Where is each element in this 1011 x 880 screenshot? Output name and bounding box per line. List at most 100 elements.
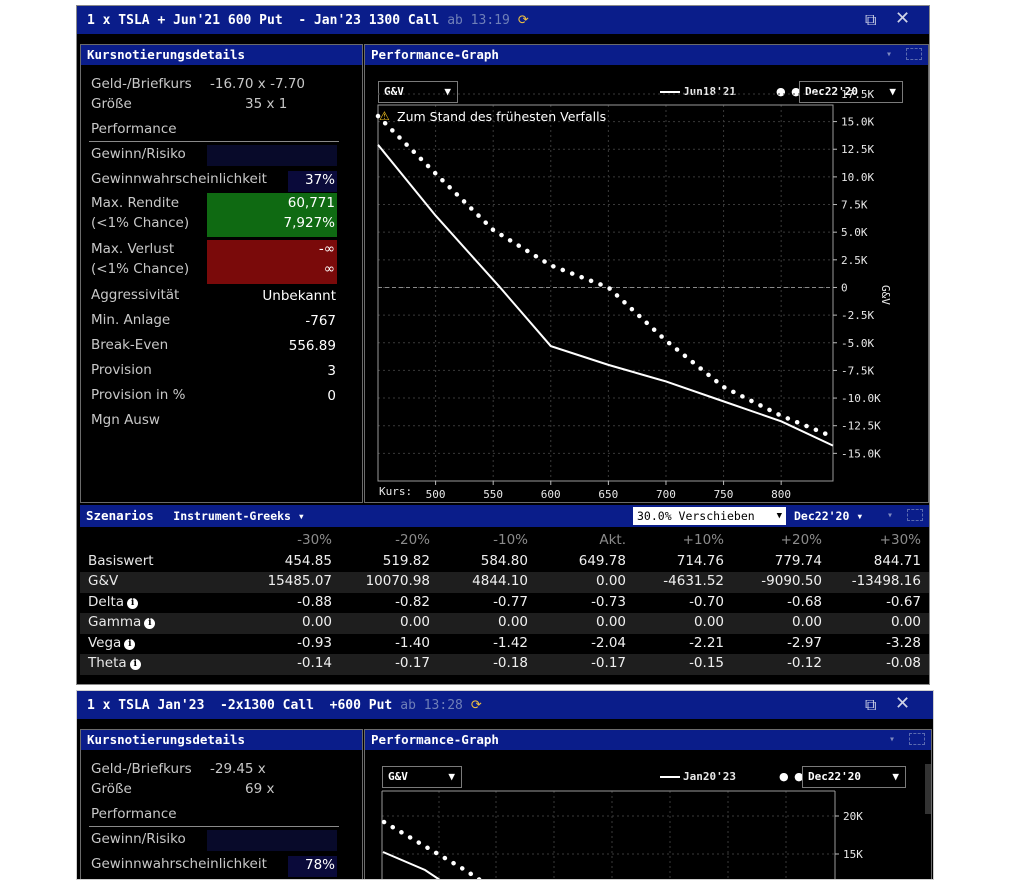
table-cell: 10070.98 bbox=[365, 573, 430, 589]
detach-icon[interactable]: ⧉ bbox=[865, 695, 876, 715]
performance-graph-panel: Performance-Graph ▾ G&V ▼ Jun18'21 ● ● De… bbox=[364, 44, 929, 503]
panel-header: Kursnotierungsdetails bbox=[81, 45, 362, 65]
table-cell: -4631.52 bbox=[663, 573, 724, 589]
table-cell: -0.67 bbox=[886, 593, 921, 610]
series-jun18-21 bbox=[377, 144, 834, 447]
table-cell: -0.68 bbox=[787, 593, 822, 610]
table-cell: 454.85 bbox=[284, 552, 332, 569]
y-tick-label: 7.5K bbox=[841, 199, 868, 212]
x-tick-label: 600 bbox=[541, 488, 561, 501]
y-tick-label: -7.5K bbox=[841, 364, 874, 377]
size-value: 35 x 1 bbox=[245, 96, 288, 112]
bid-ask-value: -16.70 x -7.70 bbox=[210, 76, 306, 92]
greeks-select[interactable]: Instrument-Greeks ▾ bbox=[173, 509, 305, 523]
max-loss-value-2: ∞ bbox=[323, 261, 335, 277]
size-label: Größe bbox=[91, 781, 132, 797]
row-label: G&V bbox=[88, 573, 119, 589]
gain-risk-bar bbox=[207, 830, 337, 851]
y-tick-label: 10.0K bbox=[841, 171, 874, 184]
probability-label: Gewinnwahrscheinlichkeit bbox=[91, 171, 267, 187]
table-cell: -0.14 bbox=[297, 655, 332, 671]
probability-label: Gewinnwahrscheinlichkeit bbox=[91, 856, 267, 872]
table-cell: -1.42 bbox=[493, 634, 528, 651]
window-title-bar[interactable]: 1 x TSLA + Jun'21 600 Put - Jan'23 1300 … bbox=[77, 6, 929, 34]
refresh-icon[interactable]: ⟳ bbox=[471, 698, 482, 713]
table-cell: -13498.16 bbox=[851, 573, 921, 589]
y-tick-label: -12.5K bbox=[841, 420, 881, 433]
table-cell: 0.00 bbox=[595, 614, 626, 630]
y-tick-label: 12.5K bbox=[841, 143, 874, 156]
x-tick-label: 500 bbox=[426, 488, 446, 501]
x-tick-label: 750 bbox=[714, 488, 734, 501]
row-label: Delta i bbox=[88, 594, 139, 610]
y-tick-label: -10.0K bbox=[841, 392, 881, 405]
column-header: +10% bbox=[682, 532, 724, 548]
max-loss-sub: (<1% Chance) bbox=[91, 261, 190, 277]
divider bbox=[89, 826, 339, 827]
y-tick-label: 2.5K bbox=[841, 254, 868, 267]
y-tick-label: 15K bbox=[843, 848, 863, 861]
window-title: 1 x TSLA + Jun'21 600 Put - Jan'23 1300 … bbox=[87, 12, 440, 28]
table-cell: 0.00 bbox=[693, 614, 724, 630]
panel-menu-icon[interactable]: ▾ bbox=[887, 505, 893, 527]
scenario-date-select[interactable]: Dec22'20 ▾ bbox=[794, 505, 863, 527]
close-icon[interactable]: ✕ bbox=[895, 693, 910, 714]
table-cell: 4844.10 bbox=[472, 573, 528, 589]
info-icon[interactable]: i bbox=[129, 659, 141, 670]
table-cell: 584.80 bbox=[480, 552, 528, 569]
break-even-label: Break-Even bbox=[91, 337, 169, 353]
max-loss-label: Max. Verlust bbox=[91, 241, 175, 257]
shift-select[interactable]: 30.0% Verschieben ▼ bbox=[633, 507, 786, 525]
gain-risk-bar bbox=[207, 145, 337, 166]
y-tick-label: 20K bbox=[843, 810, 863, 823]
close-icon[interactable]: ✕ bbox=[895, 8, 910, 29]
table-cell: -9090.50 bbox=[761, 573, 822, 589]
column-header: +30% bbox=[879, 532, 921, 548]
commission-value: 3 bbox=[327, 363, 336, 379]
timestamp: ab 13:28 bbox=[400, 697, 463, 713]
performance-label: Performance bbox=[91, 121, 177, 137]
refresh-icon[interactable]: ⟳ bbox=[518, 13, 529, 28]
table-cell: 0.00 bbox=[497, 614, 528, 630]
table-cell: 0.00 bbox=[890, 614, 921, 630]
scenarios-panel: Szenarios Instrument-Greeks ▾ 30.0% Vers… bbox=[80, 505, 929, 682]
min-investment-label: Min. Anlage bbox=[91, 312, 171, 328]
info-icon[interactable]: i bbox=[127, 597, 139, 609]
panel-expand-icon[interactable] bbox=[907, 509, 923, 521]
bid-ask-label: Geld-/Briefkurs bbox=[91, 761, 192, 777]
y-tick-label: 0 bbox=[841, 281, 848, 294]
window-title-bar[interactable]: 1 x TSLA Jan'23 -2x1300 Call +600 Put ab… bbox=[77, 691, 933, 719]
performance-graph-panel: Performance-Graph ▾ G&V ▼ Jan20'23 ● ● De… bbox=[364, 729, 932, 879]
size-label: Größe bbox=[91, 96, 132, 112]
table-cell: -0.12 bbox=[787, 655, 822, 671]
timestamp: ab 13:19 bbox=[447, 12, 510, 28]
detach-icon[interactable]: ⧉ bbox=[865, 10, 876, 30]
table-cell: 779.74 bbox=[774, 552, 822, 569]
table-cell: -0.82 bbox=[395, 593, 430, 610]
bid-ask-value: -29.45 x bbox=[210, 761, 266, 777]
warning-text: Zum Stand des frühesten Verfalls bbox=[397, 109, 607, 124]
table-cell: -0.17 bbox=[395, 655, 430, 671]
info-icon[interactable]: i bbox=[144, 618, 156, 629]
table-cell: -2.21 bbox=[689, 634, 724, 651]
warning-icon: ⚠ bbox=[379, 109, 390, 123]
row-label: Gamma i bbox=[88, 614, 156, 630]
gain-risk-label: Gewinn/Risiko bbox=[91, 146, 186, 162]
scenarios-header: Szenarios bbox=[86, 508, 154, 523]
x-tick-label: 650 bbox=[598, 488, 618, 501]
commission-label: Provision bbox=[91, 362, 152, 378]
x-tick-label: 700 bbox=[656, 488, 676, 501]
window-title: 1 x TSLA Jan'23 -2x1300 Call +600 Put bbox=[87, 697, 393, 713]
performance-label: Performance bbox=[91, 806, 177, 822]
table-cell: -0.17 bbox=[591, 655, 626, 671]
min-investment-value: -767 bbox=[305, 313, 336, 329]
aggressiveness-label: Aggressivität bbox=[91, 287, 180, 303]
max-return-value: 60,771 bbox=[287, 195, 335, 211]
table-cell: 0.00 bbox=[791, 614, 822, 630]
x-axis-prefix: Kurs: bbox=[379, 485, 419, 498]
info-icon[interactable]: i bbox=[124, 638, 136, 650]
x-tick-label: 550 bbox=[483, 488, 503, 501]
size-value: 69 x bbox=[245, 781, 275, 797]
row-label: Vega i bbox=[88, 635, 136, 651]
probability-value: 78% bbox=[304, 857, 335, 873]
